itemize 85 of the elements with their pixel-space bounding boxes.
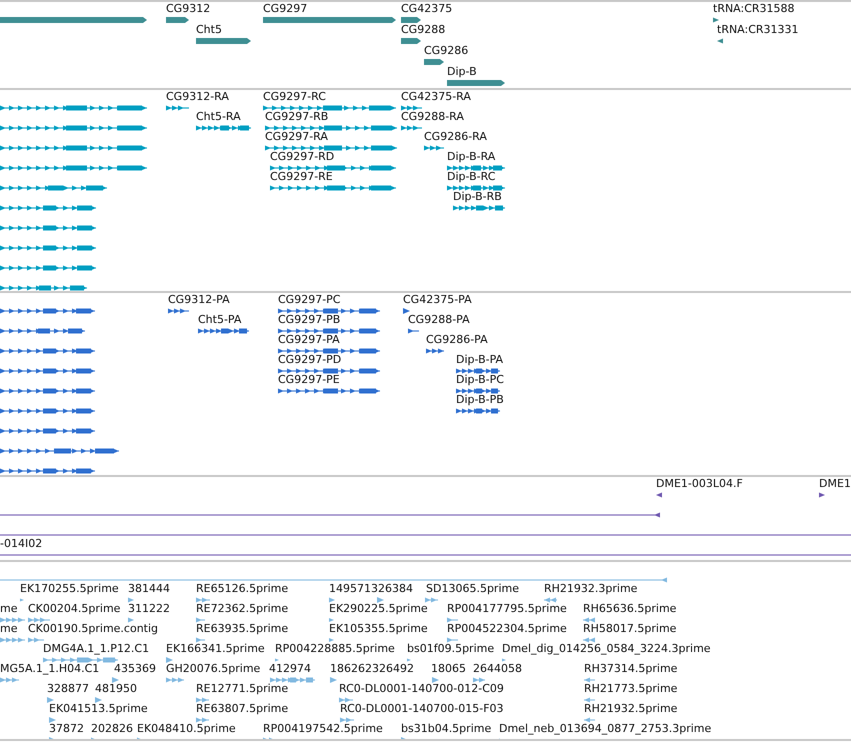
feature-label: MG5A.1_1.H04.C1 (0, 662, 100, 675)
feature-label: RE63935.5prime (196, 622, 288, 635)
feature-label: RC0-DL0001-140700-012-C09 (339, 682, 504, 695)
feature-label: Cht5-PA (198, 313, 242, 326)
feature-label: 18065 (431, 662, 466, 675)
feature-label: EK290225.5prime (329, 602, 428, 615)
feature-label: Dmel_neb_013694_0877_2753.3prime (499, 722, 712, 735)
feature-label: 481950 (95, 682, 137, 695)
feature-label: bs31b04.5prime (401, 722, 492, 735)
feature-label: Cht5-RA (196, 110, 241, 123)
feature-label: CG9288-RA (401, 110, 464, 123)
feature-label: RH21932.5prime (584, 702, 678, 715)
feature-label: CG9297-PD (278, 353, 342, 366)
feature-label: 311222 (128, 602, 170, 615)
feature-label: RP004228885.5prime (275, 642, 395, 655)
feature-label: Dip-B-RC (447, 170, 496, 183)
feature-label: RC0-DL0001-140700-015-F03 (340, 702, 504, 715)
feature-label: EK105355.5prime (329, 622, 428, 635)
feature-label: Dip-B-PB (456, 393, 504, 406)
feature-label: 2644058 (473, 662, 522, 675)
feature-label: RE63807.5prime (196, 702, 288, 715)
feature-label: Dip-B-RB (453, 190, 502, 203)
feature-label: tRNA:CR31331 (717, 23, 799, 36)
feature-label: 381444 (128, 582, 170, 595)
feature-label: RE72362.5prime (196, 602, 288, 615)
feature-label: RP004522304.5prime (447, 622, 567, 635)
feature-label: me (0, 622, 18, 635)
feature-label: CG9288-PA (408, 313, 470, 326)
feature-label: bs01f09.5prime (407, 642, 494, 655)
feature-label: RP004197542.5prime (263, 722, 383, 735)
feature-label: 149571326384 (329, 582, 413, 595)
feature-label: Dip-B-RA (447, 150, 496, 163)
feature-label: RE65126.5prime (196, 582, 288, 595)
feature-label: RH21932.3prime (544, 582, 638, 595)
feature-label: EK041513.5prime (49, 702, 148, 715)
feature-label: DMG4A.1_1.P12.C1 (43, 642, 150, 655)
feature-label: me (0, 602, 18, 615)
feature-label: EK170255.5prime (20, 582, 119, 595)
feature-label: Cht5 (196, 23, 222, 36)
feature-label: CG9297-RC (263, 90, 326, 103)
feature-label: Dmel_dig_014256_0584_3224.3prime (502, 642, 711, 655)
feature-label: CG9312 (166, 2, 210, 15)
feature-label: 186262326492 (330, 662, 414, 675)
feature-label: CG9297 (263, 2, 308, 15)
feature-label: RE12771.5prime (196, 682, 288, 695)
feature-label: 435369 (114, 662, 156, 675)
feature-label: GH20076.5prime (166, 662, 260, 675)
feature-label: tRNA:CR31588 (713, 2, 795, 15)
feature-label: DME1 (819, 477, 851, 490)
feature-label: CG9297-RD (270, 150, 334, 163)
feature-label: CG9297-RE (270, 170, 333, 183)
feature-label: CG9297-PC (278, 293, 340, 306)
feature-label: CG9286 (424, 44, 468, 57)
feature-label: RH21773.5prime (584, 682, 678, 695)
feature-label: CG9312-RA (166, 90, 229, 103)
feature-label: CG9288 (401, 23, 446, 36)
feature-label: EK048410.5prime (137, 722, 236, 735)
feature-label: 37872 (49, 722, 84, 735)
feature-label: CG42375-RA (401, 90, 471, 103)
feature-label: RH37314.5prime (584, 662, 678, 675)
feature-label: EK166341.5prime (166, 642, 265, 655)
feature-label: CG9297-RA (265, 130, 328, 143)
feature-label: 412974 (269, 662, 311, 675)
feature-label: CG9297-PA (278, 333, 340, 346)
feature-label: CG9312-PA (168, 293, 230, 306)
feature-label: Dip-B-PC (456, 373, 504, 386)
feature-label: -014I02 (0, 537, 42, 550)
feature-label: Dip-B-PA (456, 353, 504, 366)
feature-label: CG9297-PB (278, 313, 340, 326)
feature-label: CG9286-PA (426, 333, 488, 346)
feature-label: CK00190.5prime.contig (28, 622, 158, 635)
feature-label: CG42375 (401, 2, 452, 15)
feature-label: Dip-B (447, 65, 477, 78)
feature-label: CK00204.5prime (28, 602, 120, 615)
feature-label: CG9286-RA (424, 130, 487, 143)
feature-label: CG9297-RB (265, 110, 328, 123)
feature-label: DME1-003L04.F (656, 477, 743, 490)
feature-label: RH58017.5prime (583, 622, 676, 635)
feature-label: CG42375-PA (403, 293, 472, 306)
feature-label: SD13065.5prime (426, 582, 519, 595)
feature-label: RH65636.5prime (583, 602, 676, 615)
feature-label: 328877 (47, 682, 89, 695)
feature-label: CG9297-PE (278, 373, 340, 386)
feature-label: RP004177795.5prime (447, 602, 567, 615)
feature-label: 202826 (91, 722, 133, 735)
